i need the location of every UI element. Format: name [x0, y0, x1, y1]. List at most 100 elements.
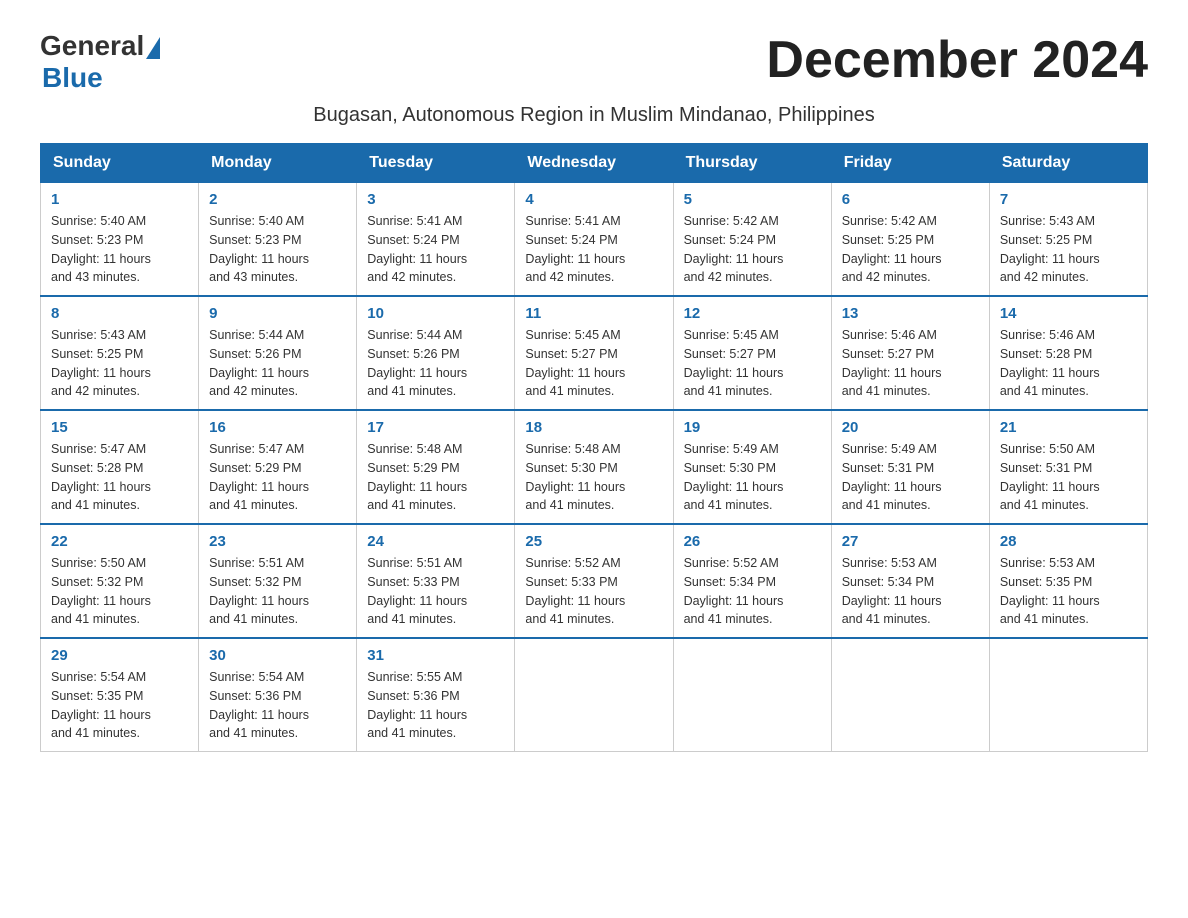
- calendar-header-wednesday: Wednesday: [515, 144, 673, 183]
- calendar-cell: 17 Sunrise: 5:48 AMSunset: 5:29 PMDayligh…: [357, 410, 515, 524]
- day-number: 3: [367, 191, 504, 208]
- day-info: Sunrise: 5:53 AMSunset: 5:35 PMDaylight:…: [1000, 554, 1137, 629]
- day-info: Sunrise: 5:45 AMSunset: 5:27 PMDaylight:…: [525, 326, 662, 401]
- calendar-cell: [989, 638, 1147, 752]
- day-info: Sunrise: 5:41 AMSunset: 5:24 PMDaylight:…: [525, 212, 662, 287]
- calendar-week-row: 15Sunrise: 5:47 AMSunset: 5:28 PMDayligh…: [41, 410, 1148, 524]
- calendar-cell: 18Sunrise: 5:48 AMSunset: 5:30 PMDayligh…: [515, 410, 673, 524]
- day-number: 29: [51, 647, 188, 664]
- day-info: Sunrise: 5:46 AMSunset: 5:27 PMDaylight:…: [842, 326, 979, 401]
- day-info: Sunrise: 5:45 AMSunset: 5:27 PMDaylight:…: [684, 326, 821, 401]
- day-number: 30: [209, 647, 346, 664]
- day-info: Sunrise: 5:41 AMSunset: 5:24 PMDaylight:…: [367, 212, 504, 287]
- calendar-header-thursday: Thursday: [673, 144, 831, 183]
- calendar-header-monday: Monday: [199, 144, 357, 183]
- calendar-cell: 29Sunrise: 5:54 AMSunset: 5:35 PMDayligh…: [41, 638, 199, 752]
- calendar-cell: 14Sunrise: 5:46 AMSunset: 5:28 PMDayligh…: [989, 296, 1147, 410]
- day-info: Sunrise: 5:55 AMSunset: 5:36 PMDaylight:…: [367, 668, 504, 743]
- day-info: Sunrise: 5:51 AMSunset: 5:32 PMDaylight:…: [209, 554, 346, 629]
- calendar-cell: 7 Sunrise: 5:43 AMSunset: 5:25 PMDaylight…: [989, 183, 1147, 297]
- calendar-cell: 26Sunrise: 5:52 AMSunset: 5:34 PMDayligh…: [673, 524, 831, 638]
- logo-blue-text: Blue: [42, 62, 103, 94]
- day-info: Sunrise: 5:54 AMSunset: 5:36 PMDaylight:…: [209, 668, 346, 743]
- calendar-cell: 24 Sunrise: 5:51 AMSunset: 5:33 PMDayligh…: [357, 524, 515, 638]
- day-info: Sunrise: 5:49 AMSunset: 5:31 PMDaylight:…: [842, 440, 979, 515]
- calendar-week-row: 8Sunrise: 5:43 AMSunset: 5:25 PMDaylight…: [41, 296, 1148, 410]
- day-number: 4: [525, 191, 662, 208]
- day-number: 15: [51, 419, 188, 436]
- calendar-cell: 27Sunrise: 5:53 AMSunset: 5:34 PMDayligh…: [831, 524, 989, 638]
- day-number: 13: [842, 305, 979, 322]
- day-info: Sunrise: 5:50 AMSunset: 5:31 PMDaylight:…: [1000, 440, 1137, 515]
- calendar-cell: [831, 638, 989, 752]
- calendar-cell: 5Sunrise: 5:42 AMSunset: 5:24 PMDaylight…: [673, 183, 831, 297]
- day-info: Sunrise: 5:52 AMSunset: 5:33 PMDaylight:…: [525, 554, 662, 629]
- day-info: Sunrise: 5:43 AMSunset: 5:25 PMDaylight:…: [1000, 212, 1137, 287]
- day-number: 17: [367, 419, 504, 436]
- day-info: Sunrise: 5:48 AMSunset: 5:30 PMDaylight:…: [525, 440, 662, 515]
- calendar-cell: 6 Sunrise: 5:42 AMSunset: 5:25 PMDaylight…: [831, 183, 989, 297]
- day-info: Sunrise: 5:44 AMSunset: 5:26 PMDaylight:…: [367, 326, 504, 401]
- day-number: 25: [525, 533, 662, 550]
- calendar-table: SundayMondayTuesdayWednesdayThursdayFrid…: [40, 143, 1148, 752]
- day-info: Sunrise: 5:49 AMSunset: 5:30 PMDaylight:…: [684, 440, 821, 515]
- day-info: Sunrise: 5:43 AMSunset: 5:25 PMDaylight:…: [51, 326, 188, 401]
- day-info: Sunrise: 5:52 AMSunset: 5:34 PMDaylight:…: [684, 554, 821, 629]
- calendar-week-row: 22Sunrise: 5:50 AMSunset: 5:32 PMDayligh…: [41, 524, 1148, 638]
- calendar-cell: 15Sunrise: 5:47 AMSunset: 5:28 PMDayligh…: [41, 410, 199, 524]
- day-info: Sunrise: 5:40 AMSunset: 5:23 PMDaylight:…: [51, 212, 188, 287]
- calendar-header-sunday: Sunday: [41, 144, 199, 183]
- day-number: 28: [1000, 533, 1137, 550]
- calendar-week-row: 29Sunrise: 5:54 AMSunset: 5:35 PMDayligh…: [41, 638, 1148, 752]
- day-number: 11: [525, 305, 662, 322]
- day-number: 21: [1000, 419, 1137, 436]
- calendar-cell: 22Sunrise: 5:50 AMSunset: 5:32 PMDayligh…: [41, 524, 199, 638]
- day-info: Sunrise: 5:51 AMSunset: 5:33 PMDaylight:…: [367, 554, 504, 629]
- logo-general-text: General: [40, 30, 144, 62]
- day-number: 14: [1000, 305, 1137, 322]
- calendar-cell: 23Sunrise: 5:51 AMSunset: 5:32 PMDayligh…: [199, 524, 357, 638]
- calendar-cell: 10 Sunrise: 5:44 AMSunset: 5:26 PMDayligh…: [357, 296, 515, 410]
- calendar-cell: 30 Sunrise: 5:54 AMSunset: 5:36 PMDayligh…: [199, 638, 357, 752]
- calendar-cell: [673, 638, 831, 752]
- day-number: 31: [367, 647, 504, 664]
- day-info: Sunrise: 5:44 AMSunset: 5:26 PMDaylight:…: [209, 326, 346, 401]
- calendar-cell: 2 Sunrise: 5:40 AMSunset: 5:23 PMDaylight…: [199, 183, 357, 297]
- calendar-header-friday: Friday: [831, 144, 989, 183]
- calendar-cell: 11 Sunrise: 5:45 AMSunset: 5:27 PMDayligh…: [515, 296, 673, 410]
- calendar-cell: 13 Sunrise: 5:46 AMSunset: 5:27 PMDayligh…: [831, 296, 989, 410]
- day-number: 12: [684, 305, 821, 322]
- calendar-cell: [515, 638, 673, 752]
- day-info: Sunrise: 5:42 AMSunset: 5:24 PMDaylight:…: [684, 212, 821, 287]
- page-header: General Blue December 2024: [40, 30, 1148, 94]
- day-number: 24: [367, 533, 504, 550]
- day-number: 7: [1000, 191, 1137, 208]
- calendar-cell: 28 Sunrise: 5:53 AMSunset: 5:35 PMDayligh…: [989, 524, 1147, 638]
- day-number: 6: [842, 191, 979, 208]
- calendar-cell: 16Sunrise: 5:47 AMSunset: 5:29 PMDayligh…: [199, 410, 357, 524]
- day-number: 20: [842, 419, 979, 436]
- calendar-cell: 8Sunrise: 5:43 AMSunset: 5:25 PMDaylight…: [41, 296, 199, 410]
- day-info: Sunrise: 5:53 AMSunset: 5:34 PMDaylight:…: [842, 554, 979, 629]
- day-number: 1: [51, 191, 188, 208]
- day-info: Sunrise: 5:50 AMSunset: 5:32 PMDaylight:…: [51, 554, 188, 629]
- calendar-header-row: SundayMondayTuesdayWednesdayThursdayFrid…: [41, 144, 1148, 183]
- day-info: Sunrise: 5:42 AMSunset: 5:25 PMDaylight:…: [842, 212, 979, 287]
- location-subtitle: Bugasan, Autonomous Region in Muslim Min…: [40, 104, 1148, 127]
- calendar-header-tuesday: Tuesday: [357, 144, 515, 183]
- calendar-cell: 4 Sunrise: 5:41 AMSunset: 5:24 PMDaylight…: [515, 183, 673, 297]
- calendar-header-saturday: Saturday: [989, 144, 1147, 183]
- day-number: 16: [209, 419, 346, 436]
- calendar-cell: 1 Sunrise: 5:40 AMSunset: 5:23 PMDaylight…: [41, 183, 199, 297]
- day-number: 10: [367, 305, 504, 322]
- calendar-cell: 19 Sunrise: 5:49 AMSunset: 5:30 PMDayligh…: [673, 410, 831, 524]
- day-number: 2: [209, 191, 346, 208]
- calendar-cell: 31 Sunrise: 5:55 AMSunset: 5:36 PMDayligh…: [357, 638, 515, 752]
- day-number: 9: [209, 305, 346, 322]
- day-number: 19: [684, 419, 821, 436]
- calendar-cell: 12 Sunrise: 5:45 AMSunset: 5:27 PMDayligh…: [673, 296, 831, 410]
- day-info: Sunrise: 5:40 AMSunset: 5:23 PMDaylight:…: [209, 212, 346, 287]
- calendar-cell: 25 Sunrise: 5:52 AMSunset: 5:33 PMDayligh…: [515, 524, 673, 638]
- day-info: Sunrise: 5:48 AMSunset: 5:29 PMDaylight:…: [367, 440, 504, 515]
- calendar-cell: 21 Sunrise: 5:50 AMSunset: 5:31 PMDayligh…: [989, 410, 1147, 524]
